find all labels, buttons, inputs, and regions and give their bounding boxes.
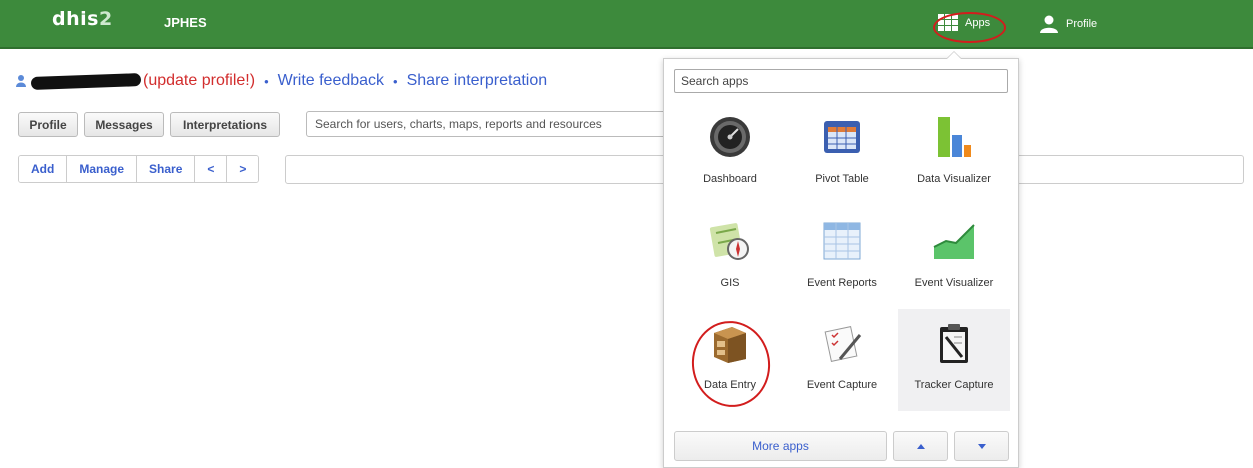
app-label: Dashboard [703,173,757,185]
dhis2-logo[interactable]: dhis2 [52,8,113,30]
person-icon [16,75,26,87]
top-bar: dhis2 JPHES Apps Profile [0,0,1253,49]
profile-button[interactable]: Profile [1040,15,1097,33]
app-label: Data Visualizer [917,173,991,185]
bar-chart-icon [938,117,971,157]
profile-line: (update profile!) • Write feedback • Sha… [16,72,547,90]
share-button[interactable]: Share [137,156,196,182]
next-button[interactable]: > [227,156,259,182]
app-label: Event Reports [807,277,877,289]
app-label: GIS [720,277,740,289]
caret-up-icon [916,443,925,449]
app-label: Event Capture [806,379,878,391]
dashboard-icon [710,117,750,157]
paper-pen-icon [824,326,862,362]
update-profile-link[interactable]: (update profile!) [143,72,255,90]
app-label: Event Visualizer [914,277,994,289]
app-tile-dashboard[interactable]: Dashboard [674,103,786,205]
dashboard-nav-group: Add Manage Share < > [18,155,260,183]
app-label: Tracker Capture [914,379,994,391]
app-tile-pivot-table[interactable]: Pivot Table [786,103,898,205]
resource-search-input[interactable] [306,111,666,137]
separator: • [264,73,269,89]
add-button[interactable]: Add [19,156,68,182]
app-tile-event-capture[interactable]: Event Capture [786,309,898,411]
scroll-up-button[interactable] [893,431,948,461]
interpretations-button[interactable]: Interpretations [170,112,280,137]
profile-label: Profile [1066,18,1098,30]
caret-down-icon [977,443,986,449]
separator: • [393,73,398,89]
app-tile-event-visualizer[interactable]: Event Visualizer [898,207,1010,309]
profile-tab-button[interactable]: Profile [18,112,78,137]
apps-menu: Dashboard Pivot Table Data Visualizer GI… [663,58,1019,468]
prev-button[interactable]: < [195,156,228,182]
messages-button[interactable]: Messages [84,112,164,137]
clipboard-icon [940,324,968,363]
app-tile-data-visualizer[interactable]: Data Visualizer [898,103,1010,205]
app-tile-tracker-capture[interactable]: Tracker Capture [898,309,1010,411]
app-tile-event-reports[interactable]: Event Reports [786,207,898,309]
scroll-down-button[interactable] [954,431,1009,461]
pivot-table-icon [824,121,860,153]
user-icon [1040,15,1058,33]
app-search-input[interactable] [674,69,1008,93]
menu-arrow-inner [947,52,961,59]
annotation-circle-apps [933,12,1006,43]
area-chart-icon [933,224,975,259]
redacted-username [30,72,142,90]
spreadsheet-icon [823,222,861,260]
org-name: JPHES [164,15,207,30]
write-feedback-link[interactable]: Write feedback [278,72,384,90]
more-apps-button[interactable]: More apps [674,431,887,461]
app-tile-gis[interactable]: GIS [674,207,786,309]
map-compass-icon [709,223,749,260]
manage-button[interactable]: Manage [67,156,138,182]
share-interpretation-link[interactable]: Share interpretation [407,72,548,90]
app-label: Pivot Table [815,173,869,185]
